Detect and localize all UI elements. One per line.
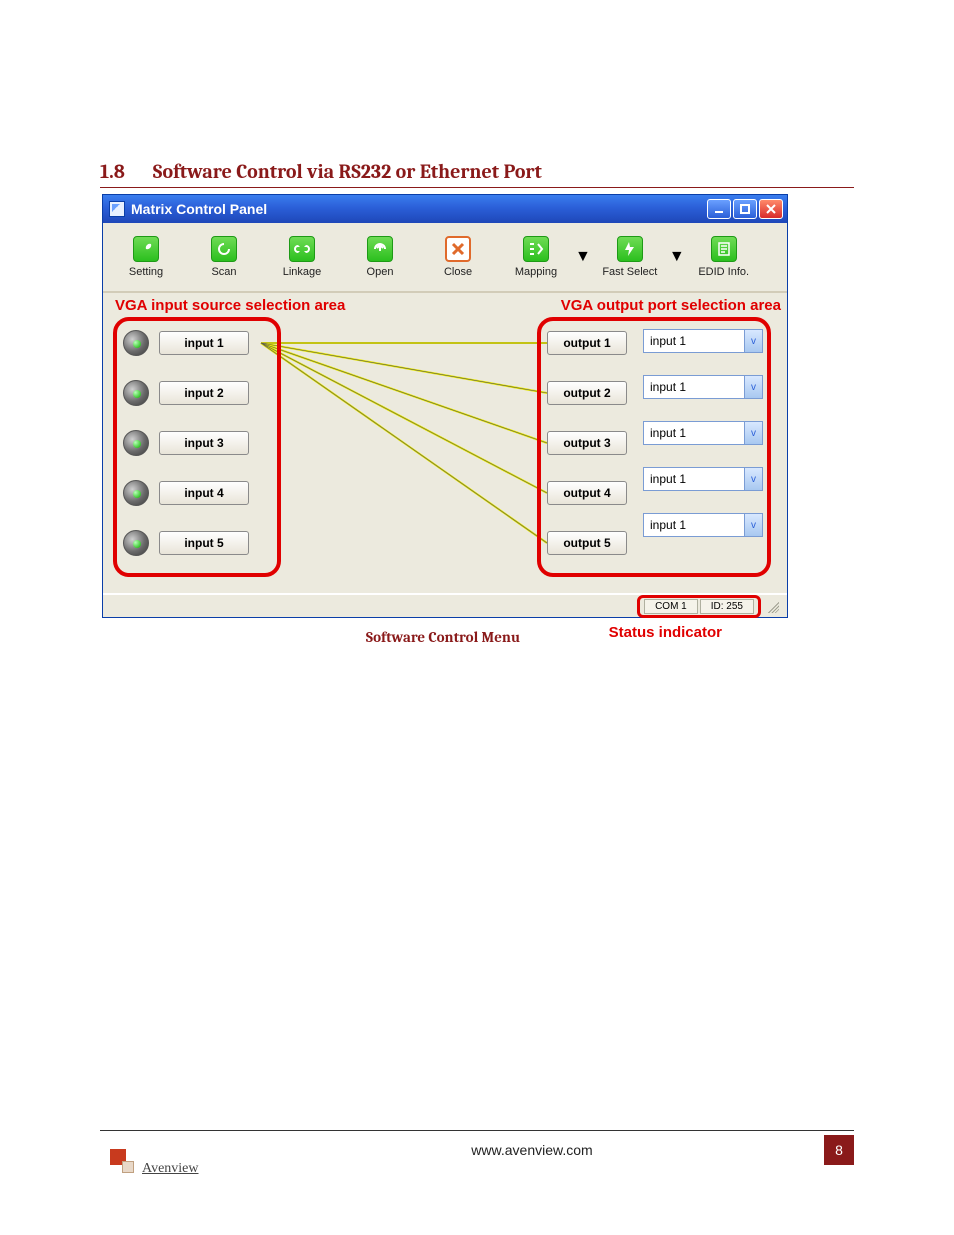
output-chip[interactable]: output 3 xyxy=(547,431,627,455)
chevron-down-icon: v xyxy=(744,514,762,536)
input-row: input 1 xyxy=(123,329,249,357)
output-chip[interactable]: output 4 xyxy=(547,481,627,505)
output-row: output 3 xyxy=(547,429,627,457)
dropdown-icon[interactable]: ▼ xyxy=(669,248,685,266)
avenview-logo-icon xyxy=(110,1149,138,1177)
window-title: Matrix Control Panel xyxy=(131,201,267,217)
select-value: input 1 xyxy=(644,426,744,440)
toolbar-label: Linkage xyxy=(283,266,322,278)
status-port: COM 1 xyxy=(644,599,698,614)
brand-name: Avenview xyxy=(142,1161,199,1177)
canvas-area: VGA input source selection area VGA outp… xyxy=(103,293,787,593)
toolbar-mapping[interactable]: Mapping xyxy=(497,236,575,278)
input-chip[interactable]: input 5 xyxy=(159,531,249,555)
input-row: input 3 xyxy=(123,429,249,457)
page-number: 8 xyxy=(824,1135,854,1165)
annotation-input-area: VGA input source selection area xyxy=(115,297,345,314)
figure-caption: Software Control Menu xyxy=(366,628,520,646)
select-value: input 1 xyxy=(644,472,744,486)
status-indicator-highlight: COM 1 ID: 255 xyxy=(637,595,761,618)
input-chip[interactable]: input 1 xyxy=(159,331,249,355)
output-select[interactable]: input 1 v xyxy=(643,329,763,353)
toolbar: Setting Scan Linkage Open Close xyxy=(103,223,787,293)
edid-icon xyxy=(711,236,737,262)
close-icon xyxy=(445,236,471,262)
input-knob-icon[interactable] xyxy=(123,530,149,556)
resize-grip-icon[interactable] xyxy=(765,599,779,613)
wrench-icon xyxy=(133,236,159,262)
input-row: input 5 xyxy=(123,529,249,557)
input-knob-icon[interactable] xyxy=(123,380,149,406)
output-chip[interactable]: output 2 xyxy=(547,381,627,405)
annotation-status-indicator: Status indicator xyxy=(609,624,722,641)
maximize-button[interactable] xyxy=(733,199,757,219)
input-knob-icon[interactable] xyxy=(123,330,149,356)
page-footer: www.avenview.com 8 xyxy=(100,1130,854,1165)
output-row: output 5 xyxy=(547,529,627,557)
annotation-output-area: VGA output port selection area xyxy=(561,297,781,314)
output-chip[interactable]: output 5 xyxy=(547,531,627,555)
toolbar-label: Fast Select xyxy=(602,266,657,278)
chevron-down-icon: v xyxy=(744,376,762,398)
output-select-column: input 1 v input 1 v input 1 v input 1 v … xyxy=(643,329,763,537)
output-select[interactable]: input 1 v xyxy=(643,467,763,491)
toolbar-label: Open xyxy=(367,266,394,278)
outputs-column: output 1 output 2 output 3 output 4 outp… xyxy=(547,329,627,557)
close-window-button[interactable] xyxy=(759,199,783,219)
figure-caption-row: Software Control Menu Status indicator xyxy=(100,628,786,647)
toolbar-label: Setting xyxy=(129,266,163,278)
toolbar-label: EDID Info. xyxy=(698,266,749,278)
linkage-icon xyxy=(289,236,315,262)
inputs-column: input 1 input 2 input 3 input 4 input 5 xyxy=(123,329,249,557)
toolbar-label: Close xyxy=(444,266,472,278)
select-value: input 1 xyxy=(644,518,744,532)
input-chip[interactable]: input 3 xyxy=(159,431,249,455)
fastselect-icon xyxy=(617,236,643,262)
output-row: output 1 xyxy=(547,329,627,357)
dropdown-icon[interactable]: ▼ xyxy=(575,248,591,266)
scan-icon xyxy=(211,236,237,262)
chevron-down-icon: v xyxy=(744,422,762,444)
input-chip[interactable]: input 4 xyxy=(159,481,249,505)
section-number: 1.8 xyxy=(100,160,125,183)
mapping-icon xyxy=(523,236,549,262)
toolbar-close[interactable]: Close xyxy=(419,236,497,278)
output-select[interactable]: input 1 v xyxy=(643,513,763,537)
toolbar-label: Scan xyxy=(211,266,236,278)
toolbar-edid[interactable]: EDID Info. xyxy=(685,236,763,278)
toolbar-linkage[interactable]: Linkage xyxy=(263,236,341,278)
input-knob-icon[interactable] xyxy=(123,480,149,506)
toolbar-fastselect[interactable]: Fast Select xyxy=(591,236,669,278)
section-title: Software Control via RS232 or Ethernet P… xyxy=(153,160,542,183)
input-row: input 2 xyxy=(123,379,249,407)
output-row: output 2 xyxy=(547,379,627,407)
footer-url: www.avenview.com xyxy=(240,1142,824,1158)
status-id: ID: 255 xyxy=(700,599,754,614)
toolbar-label: Mapping xyxy=(515,266,557,278)
chevron-down-icon: v xyxy=(744,468,762,490)
toolbar-setting[interactable]: Setting xyxy=(107,236,185,278)
section-heading: 1.8 Software Control via RS232 or Etherne… xyxy=(100,90,854,188)
open-icon xyxy=(367,236,393,262)
chevron-down-icon: v xyxy=(744,330,762,352)
output-select[interactable]: input 1 v xyxy=(643,375,763,399)
minimize-button[interactable] xyxy=(707,199,731,219)
input-row: input 4 xyxy=(123,479,249,507)
statusbar: COM 1 ID: 255 xyxy=(103,593,787,617)
input-chip[interactable]: input 2 xyxy=(159,381,249,405)
output-select[interactable]: input 1 v xyxy=(643,421,763,445)
titlebar: Matrix Control Panel xyxy=(103,195,787,223)
toolbar-open[interactable]: Open xyxy=(341,236,419,278)
select-value: input 1 xyxy=(644,334,744,348)
input-knob-icon[interactable] xyxy=(123,430,149,456)
select-value: input 1 xyxy=(644,380,744,394)
output-chip[interactable]: output 1 xyxy=(547,331,627,355)
app-icon xyxy=(109,201,125,217)
brand-logo: Avenview xyxy=(110,1149,199,1177)
toolbar-scan[interactable]: Scan xyxy=(185,236,263,278)
output-row: output 4 xyxy=(547,479,627,507)
app-window: Matrix Control Panel Setting Scan xyxy=(102,194,788,618)
